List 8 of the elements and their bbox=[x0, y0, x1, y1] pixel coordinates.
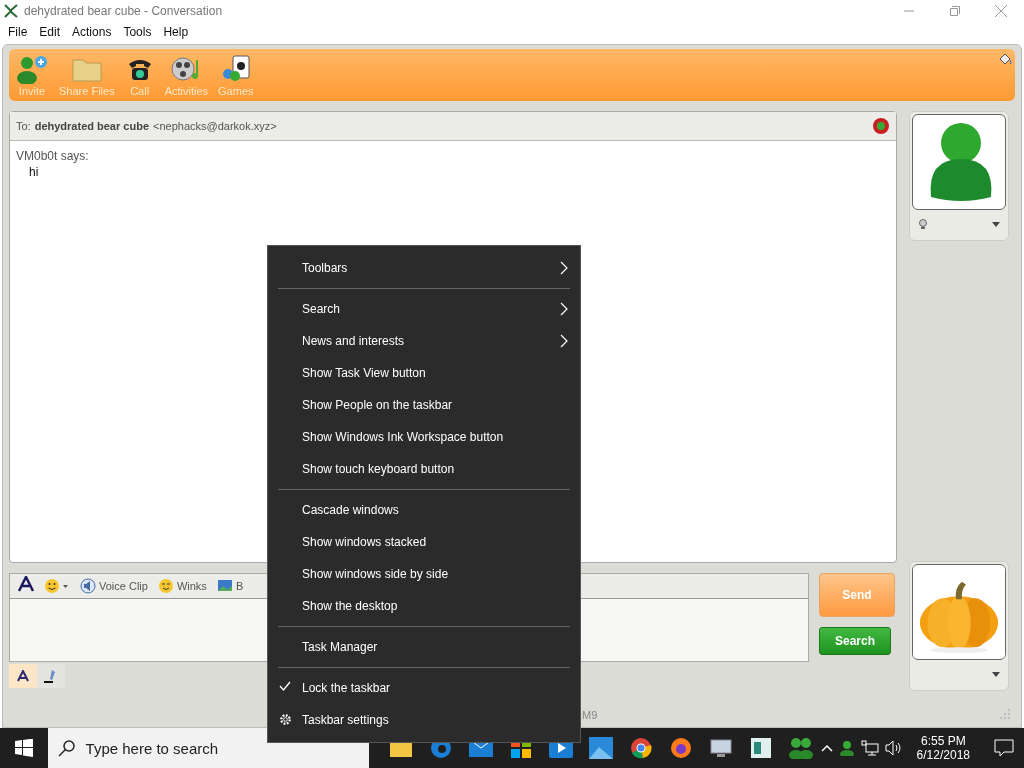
status-text: M9 bbox=[582, 709, 598, 721]
contact-email: <nephacks@darkok.xyz> bbox=[153, 120, 277, 132]
window-title: dehydrated bear cube - Conversation bbox=[24, 4, 223, 18]
message-sender: VM0b0t says: bbox=[16, 149, 90, 163]
to-label: To: bbox=[16, 120, 31, 132]
contact-name: dehydrated bear cube bbox=[34, 120, 149, 132]
message-text: hi bbox=[28, 165, 40, 179]
search-placeholder: Type here to search bbox=[85, 739, 219, 757]
